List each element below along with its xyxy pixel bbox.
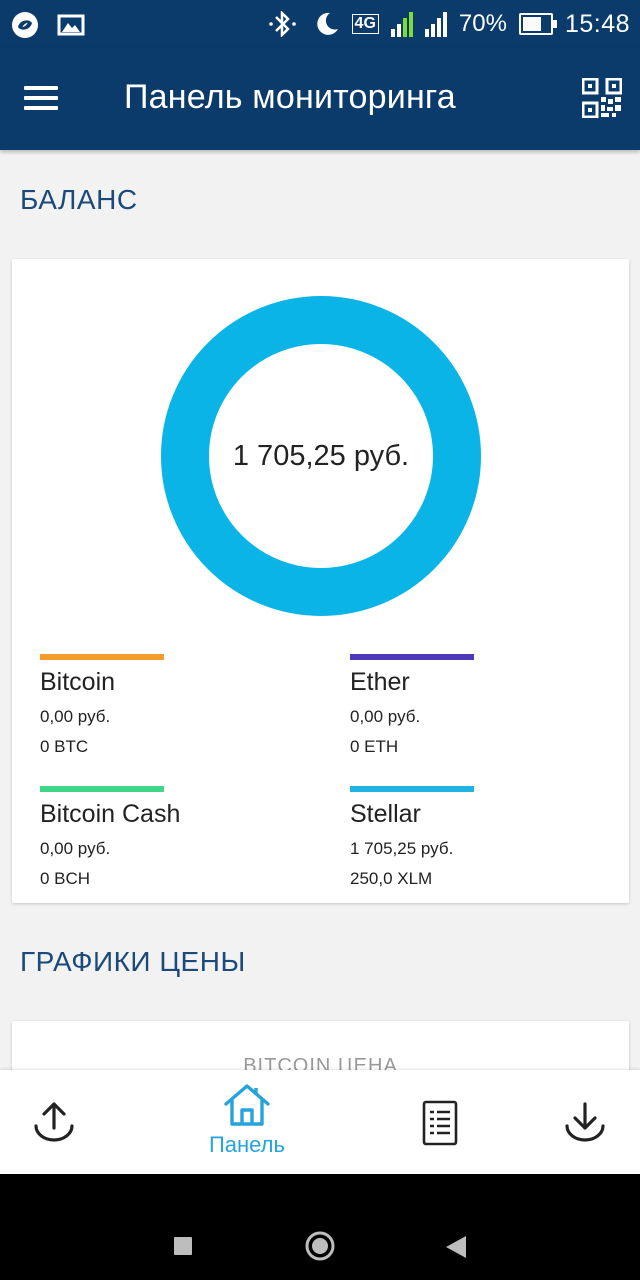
network-type-label: 4G (351, 14, 379, 34)
asset-color-bar (40, 654, 164, 660)
app-notification-icon (12, 12, 38, 38)
image-warning-icon (57, 14, 85, 36)
recent-apps-button[interactable] (174, 1237, 192, 1255)
nav-transactions[interactable] (380, 1070, 500, 1174)
asset-amount: 0 ETH (350, 737, 399, 756)
nav-send[interactable] (0, 1070, 114, 1174)
signal-strength-icon (390, 11, 413, 37)
asset-fiat-value: 0,00 руб. (350, 707, 421, 726)
nav-receive[interactable] (525, 1070, 640, 1174)
asset-amount: 250,0 XLM (350, 869, 433, 888)
app-bar: Панель мониторинга (0, 48, 640, 150)
hamburger-menu-icon[interactable] (24, 86, 60, 112)
clock: 15:48 (564, 9, 630, 38)
qr-code-icon[interactable] (582, 78, 622, 118)
back-button[interactable] (444, 1234, 468, 1260)
asset-amount: 0 BCH (40, 869, 91, 888)
asset-bitcoin[interactable]: Bitcoin 0,00 руб. 0 BTC (40, 654, 300, 757)
bluetooth-icon (268, 11, 296, 37)
status-bar: 4G 70% 15:48 (0, 0, 640, 48)
balance-card: 1 705,25 руб. Bitcoin 0,00 руб. 0 BTC Et… (12, 259, 629, 903)
asset-name: Ether (350, 668, 410, 696)
system-navigation-bar (0, 1174, 640, 1280)
battery-icon (518, 13, 557, 35)
battery-fill (522, 17, 542, 31)
bottom-navigation: Панель (0, 1070, 640, 1174)
asset-fiat-value: 1 705,25 руб. (350, 839, 454, 858)
page-title: Панель мониторинга (124, 78, 456, 116)
total-balance: 1 705,25 руб. (232, 439, 410, 472)
status-right-icons: 4G 70% 15:48 (266, 0, 630, 48)
asset-name: Stellar (350, 800, 421, 828)
price-charts-section-title: ГРАФИКИ ЦЕНЫ (20, 946, 246, 977)
transactions-list-icon (422, 1100, 458, 1146)
asset-ether[interactable]: Ether 0,00 руб. 0 ETH (350, 654, 610, 757)
asset-stellar[interactable]: Stellar 1 705,25 руб. 250,0 XLM (350, 786, 610, 889)
asset-name: Bitcoin (40, 668, 116, 696)
asset-amount: 0 BTC (40, 737, 89, 756)
do-not-disturb-moon-icon (316, 12, 338, 35)
asset-fiat-value: 0,00 руб. (40, 707, 111, 726)
asset-color-bar (40, 786, 164, 792)
home-icon (224, 1084, 270, 1126)
balance-donut-chart: 1 705,25 руб. (160, 295, 482, 617)
battery-percent: 70% (458, 10, 507, 37)
status-left-icons (10, 10, 86, 40)
balance-section-title: БАЛАНС (20, 184, 138, 215)
asset-color-bar (350, 654, 474, 660)
signal-strength-2-icon (424, 11, 447, 37)
nav-dashboard-label: Панель (208, 1132, 285, 1157)
receive-download-icon (565, 1102, 605, 1142)
asset-bitcoin-cash[interactable]: Bitcoin Cash 0,00 руб. 0 BCH (40, 786, 300, 889)
asset-color-bar (350, 786, 474, 792)
asset-name: Bitcoin Cash (40, 800, 181, 828)
home-button[interactable] (304, 1230, 336, 1262)
nav-dashboard[interactable]: Панель (187, 1070, 307, 1174)
send-upload-icon (34, 1102, 74, 1142)
asset-fiat-value: 0,00 руб. (40, 839, 111, 858)
